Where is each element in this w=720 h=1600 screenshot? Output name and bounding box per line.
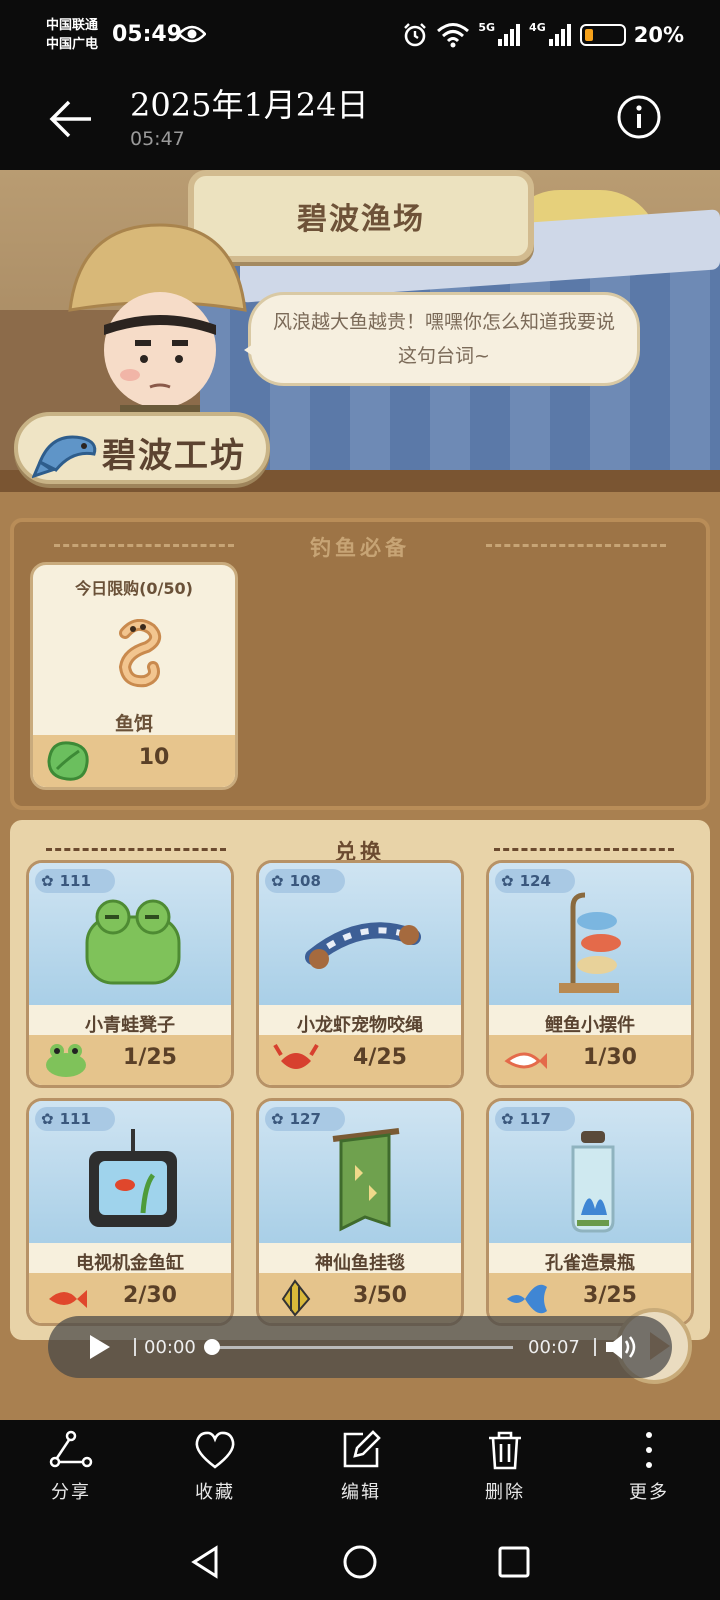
daily-limit: 今日限购(0/50) bbox=[75, 579, 193, 598]
progress-value: 3/50 bbox=[353, 1283, 407, 1308]
trash-icon bbox=[489, 1431, 521, 1470]
signal-label-1: 5G bbox=[478, 20, 496, 34]
heart-icon bbox=[195, 1431, 235, 1469]
progress-value: 2/30 bbox=[123, 1283, 177, 1308]
item-progress: 1/25 bbox=[29, 1035, 231, 1085]
flower-icon: ✿ bbox=[271, 1110, 284, 1128]
back-button[interactable] bbox=[46, 94, 96, 144]
koi-ornament-image bbox=[559, 892, 621, 993]
battery-icon bbox=[579, 24, 626, 46]
progress-value: 3/25 bbox=[583, 1283, 637, 1308]
wifi-icon bbox=[437, 23, 470, 48]
angelfish-tapestry-image bbox=[332, 1128, 400, 1232]
current-time: 00:00 bbox=[144, 1337, 196, 1358]
flower-icon: ✿ bbox=[271, 872, 284, 890]
exchange-card-frog-stool[interactable]: ✿ 111 小青蛙凳子 1/25 bbox=[26, 860, 234, 1088]
fisherman-character bbox=[68, 223, 247, 425]
signal-icon bbox=[548, 24, 571, 46]
edit-button[interactable]: 编辑 bbox=[316, 1430, 406, 1510]
item-name: 鲤鱼小摆件 bbox=[545, 1015, 635, 1036]
section-title-essentials: 钓鱼必备 bbox=[14, 532, 706, 562]
media-content: 碧波渔场 风浪越大鱼越贵！嘿嘿你怎么知道我要说这句台词~ 碧波工坊 钓鱼必备 今… bbox=[0, 170, 720, 1420]
item-name: 神仙鱼挂毯 bbox=[315, 1253, 405, 1274]
bait-worm-icon bbox=[118, 619, 162, 688]
favorite-button[interactable]: 收藏 bbox=[170, 1430, 260, 1510]
favorite-label: 收藏 bbox=[195, 1482, 235, 1503]
exchange-card-angelfish-tapestry[interactable]: ✿ 127 神仙鱼挂毯 3/50 bbox=[256, 1098, 464, 1326]
system-navigation-bar bbox=[0, 1520, 720, 1600]
edit-label: 编辑 bbox=[341, 1482, 381, 1503]
media-date: 2025年1月24日 bbox=[130, 86, 369, 124]
bait-name: 鱼饵 bbox=[114, 713, 153, 735]
item-name: 孔雀造景瓶 bbox=[545, 1253, 635, 1274]
item-name: 小龙虾宠物咬绳 bbox=[297, 1015, 423, 1036]
item-progress: 1/30 bbox=[489, 1035, 691, 1085]
fish-icon bbox=[32, 435, 97, 479]
carrier-info: 中国联通 中国广电 bbox=[46, 16, 98, 54]
bottom-toolbar: 分享 收藏 编辑 删除 更多 bbox=[0, 1420, 720, 1520]
delete-button[interactable]: 删除 bbox=[460, 1430, 550, 1510]
more-vertical-icon bbox=[646, 1432, 652, 1468]
seek-bar[interactable] bbox=[213, 1346, 513, 1349]
carrier-1: 中国联通 bbox=[46, 18, 99, 33]
shop-scene: 碧波渔场 风浪越大鱼越贵！嘿嘿你怎么知道我要说这句台词~ 碧波工坊 bbox=[0, 170, 720, 492]
exchange-card-crayfish-rope[interactable]: ✿ 108 小龙虾宠物咬绳 4/25 bbox=[256, 860, 464, 1088]
frog-stool-image bbox=[85, 899, 181, 985]
exchange-card-peacock-bottle[interactable]: ✿ 117 孔雀造景瓶 3/25 bbox=[486, 1098, 694, 1326]
exchange-card-tv-fishtank[interactable]: ✿ 111 电视机金鱼缸 2/30 bbox=[26, 1098, 234, 1326]
signal-label-2: 4G bbox=[529, 20, 546, 34]
workshop-tab[interactable]: 碧波工坊 bbox=[14, 412, 270, 484]
section-title-essentials-text: 钓鱼必备 bbox=[310, 536, 410, 560]
exchange-card-koi-ornament[interactable]: ✿ 124 鲤鱼小摆件 1/30 bbox=[486, 860, 694, 1088]
share-label: 分享 bbox=[51, 1482, 91, 1503]
divider bbox=[594, 1338, 596, 1356]
more-label: 更多 bbox=[629, 1482, 669, 1503]
flower-icon: ✿ bbox=[501, 1110, 514, 1128]
volume-icon[interactable] bbox=[604, 1332, 638, 1362]
nav-recents-icon[interactable] bbox=[494, 1542, 534, 1582]
status-time: 05:49 bbox=[112, 22, 183, 47]
more-button[interactable]: 更多 bbox=[604, 1430, 694, 1510]
progress-value: 4/25 bbox=[353, 1045, 407, 1070]
delete-label: 删除 bbox=[485, 1482, 525, 1503]
carrier-2: 中国广电 bbox=[46, 37, 99, 52]
share-button[interactable]: 分享 bbox=[26, 1430, 116, 1510]
progress-value: 1/30 bbox=[583, 1045, 637, 1070]
play-icon[interactable] bbox=[84, 1332, 114, 1362]
media-time: 05:47 bbox=[130, 128, 185, 150]
eye-icon bbox=[178, 25, 206, 43]
workshop-label: 碧波工坊 bbox=[102, 436, 246, 476]
npc-speech-bubble: 风浪越大鱼越贵！嘿嘿你怎么知道我要说这句台词~ bbox=[244, 292, 640, 386]
item-name: 电视机金鱼缸 bbox=[76, 1253, 184, 1274]
fishing-essentials-panel: 钓鱼必备 今日限购(0/50) 鱼饵 10 bbox=[10, 518, 710, 810]
progress-value: 1/25 bbox=[123, 1045, 177, 1070]
crayfish-rope-image bbox=[305, 922, 421, 969]
viewer-header: 2025年1月24日 05:47 bbox=[0, 70, 720, 170]
edit-icon bbox=[343, 1430, 381, 1468]
back-arrow-icon bbox=[49, 100, 91, 138]
flower-icon: ✿ bbox=[41, 872, 54, 890]
exchange-panel: 兑换 ✿ 111 小青蛙凳子 1/25 ✿ 108 小龙虾宠物咬绳 4/25 ✿… bbox=[10, 820, 710, 1340]
flower-icon: ✿ bbox=[501, 872, 514, 890]
share-icon bbox=[49, 1430, 93, 1468]
item-name: 小青蛙凳子 bbox=[85, 1015, 175, 1036]
nav-back-icon[interactable] bbox=[186, 1542, 226, 1582]
signal-icon bbox=[498, 24, 521, 46]
bait-price: 10 bbox=[33, 735, 235, 787]
bait-price-value: 10 bbox=[138, 745, 170, 770]
item-progress: 4/25 bbox=[259, 1035, 461, 1085]
bait-card[interactable]: 今日限购(0/50) 鱼饵 10 bbox=[30, 562, 238, 790]
seek-handle[interactable] bbox=[204, 1339, 220, 1355]
battery-percent: 20% bbox=[633, 23, 684, 47]
info-icon[interactable] bbox=[616, 94, 662, 140]
flower-icon: ✿ bbox=[41, 1110, 54, 1128]
tv-fishtank-image bbox=[89, 1129, 177, 1227]
divider bbox=[134, 1338, 136, 1356]
nav-home-icon[interactable] bbox=[340, 1542, 380, 1582]
duration: 00:07 bbox=[528, 1337, 580, 1358]
video-controls: 00:00 00:07 bbox=[48, 1316, 672, 1378]
peacock-bottle-image bbox=[571, 1131, 615, 1233]
status-bar: 中国联通 中国广电 05:49 5G 4G 20% bbox=[0, 0, 720, 70]
alarm-icon bbox=[404, 23, 427, 47]
